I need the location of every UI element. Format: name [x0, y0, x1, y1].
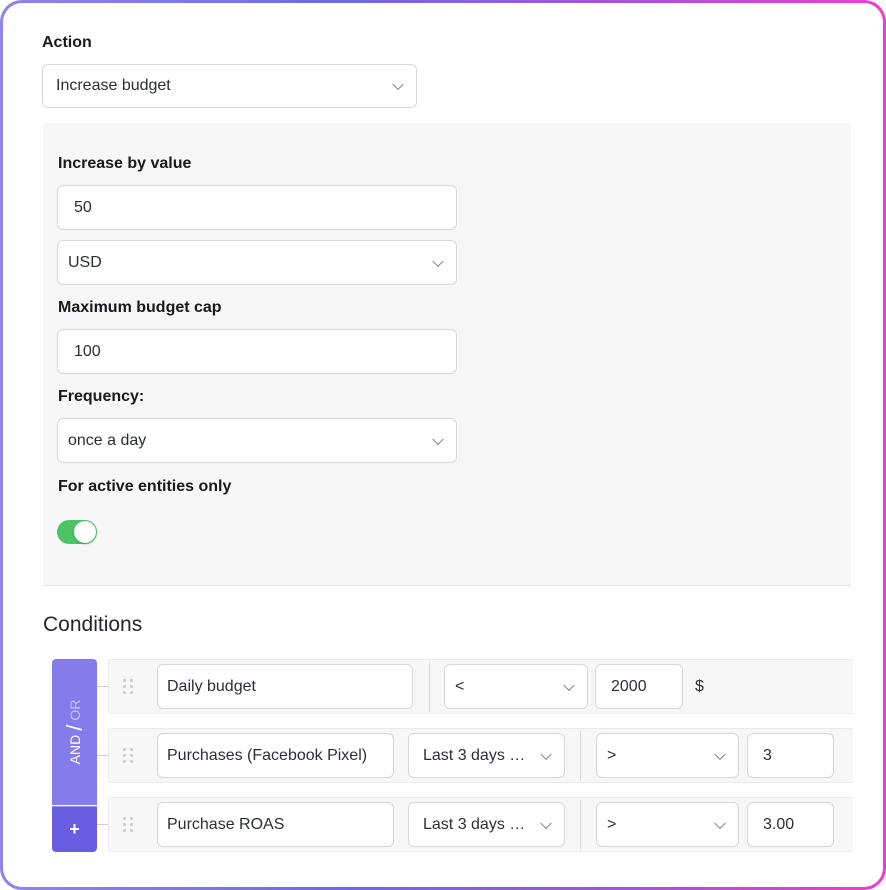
and-or-toggle[interactable]: AND / OR: [52, 659, 97, 805]
period-value: Last 3 days …: [423, 815, 526, 833]
chevron-down-icon: [432, 433, 444, 445]
condition-value: 2000: [611, 677, 647, 695]
condition-row: Purchase ROAS Last 3 days … > 3.00: [108, 797, 853, 852]
max-cap-value: 100: [74, 342, 101, 360]
chevron-down-icon: [714, 817, 726, 829]
operator-value: >: [607, 815, 617, 833]
currency-select-value: USD: [68, 253, 102, 271]
drag-handle-icon[interactable]: [123, 747, 133, 764]
and-or-text: AND / OR: [62, 700, 88, 765]
frequency-label: Frequency:: [58, 388, 145, 405]
operator-value: >: [607, 746, 617, 764]
logic-group: AND / OR +: [52, 659, 97, 852]
increase-by-value: 50: [74, 198, 92, 216]
period-value: Last 3 days …: [423, 746, 526, 764]
operator-select[interactable]: >: [596, 802, 739, 847]
chevron-down-icon: [432, 255, 444, 267]
max-cap-input[interactable]: 100: [57, 329, 457, 374]
chevron-down-icon: [392, 78, 404, 91]
active-only-label: For active entities only: [58, 478, 232, 495]
metric-value: Daily budget: [167, 677, 256, 695]
condition-value: 3.00: [763, 815, 795, 833]
value-input[interactable]: 2000: [595, 664, 683, 709]
chevron-down-icon: [540, 817, 552, 829]
metric-select[interactable]: Purchases (Facebook Pixel): [157, 733, 394, 778]
page-frame: Action Increase budget Increase by value…: [0, 0, 886, 890]
currency-select[interactable]: USD: [57, 240, 457, 285]
metric-select[interactable]: Daily budget: [157, 664, 413, 709]
logic-separator: /: [61, 724, 87, 731]
action-label: Action: [42, 34, 92, 51]
increase-by-label: Increase by value: [58, 155, 192, 172]
condition-row: Daily budget < 2000 $: [108, 659, 853, 714]
value-input[interactable]: 3: [747, 733, 834, 778]
toggle-knob: [74, 521, 96, 543]
or-label: OR: [66, 699, 83, 721]
plus-icon: +: [69, 819, 80, 839]
operator-select[interactable]: >: [596, 733, 739, 778]
max-cap-label: Maximum budget cap: [58, 299, 222, 316]
chevron-down-icon: [714, 748, 726, 760]
chevron-down-icon: [563, 679, 575, 691]
unit-label: $: [695, 678, 704, 695]
action-select[interactable]: Increase budget: [42, 64, 417, 108]
divider: [580, 731, 581, 781]
metric-value: Purchases (Facebook Pixel): [167, 746, 368, 764]
period-select[interactable]: Last 3 days …: [408, 802, 565, 847]
metric-value: Purchase ROAS: [167, 815, 285, 833]
divider: [429, 662, 430, 712]
value-input[interactable]: 3.00: [747, 802, 834, 847]
conditions-title: Conditions: [43, 613, 143, 636]
chevron-down-icon: [540, 748, 552, 760]
drag-handle-icon[interactable]: [123, 816, 133, 833]
and-label: AND: [66, 734, 83, 765]
frequency-select[interactable]: once a day: [57, 418, 457, 463]
divider: [580, 800, 581, 850]
frequency-select-value: once a day: [68, 431, 147, 449]
condition-value: 3: [763, 746, 772, 764]
metric-select[interactable]: Purchase ROAS: [157, 802, 394, 847]
increase-by-input[interactable]: 50: [57, 185, 457, 230]
condition-row: Purchases (Facebook Pixel) Last 3 days ……: [108, 728, 853, 783]
period-select[interactable]: Last 3 days …: [408, 733, 565, 778]
operator-value: <: [455, 677, 465, 695]
drag-handle-icon[interactable]: [123, 678, 133, 695]
rule-editor: Action Increase budget Increase by value…: [3, 3, 883, 887]
add-condition-button[interactable]: +: [52, 806, 97, 852]
operator-select[interactable]: <: [444, 664, 588, 709]
action-select-value: Increase budget: [56, 77, 171, 94]
active-only-toggle[interactable]: [57, 520, 97, 544]
